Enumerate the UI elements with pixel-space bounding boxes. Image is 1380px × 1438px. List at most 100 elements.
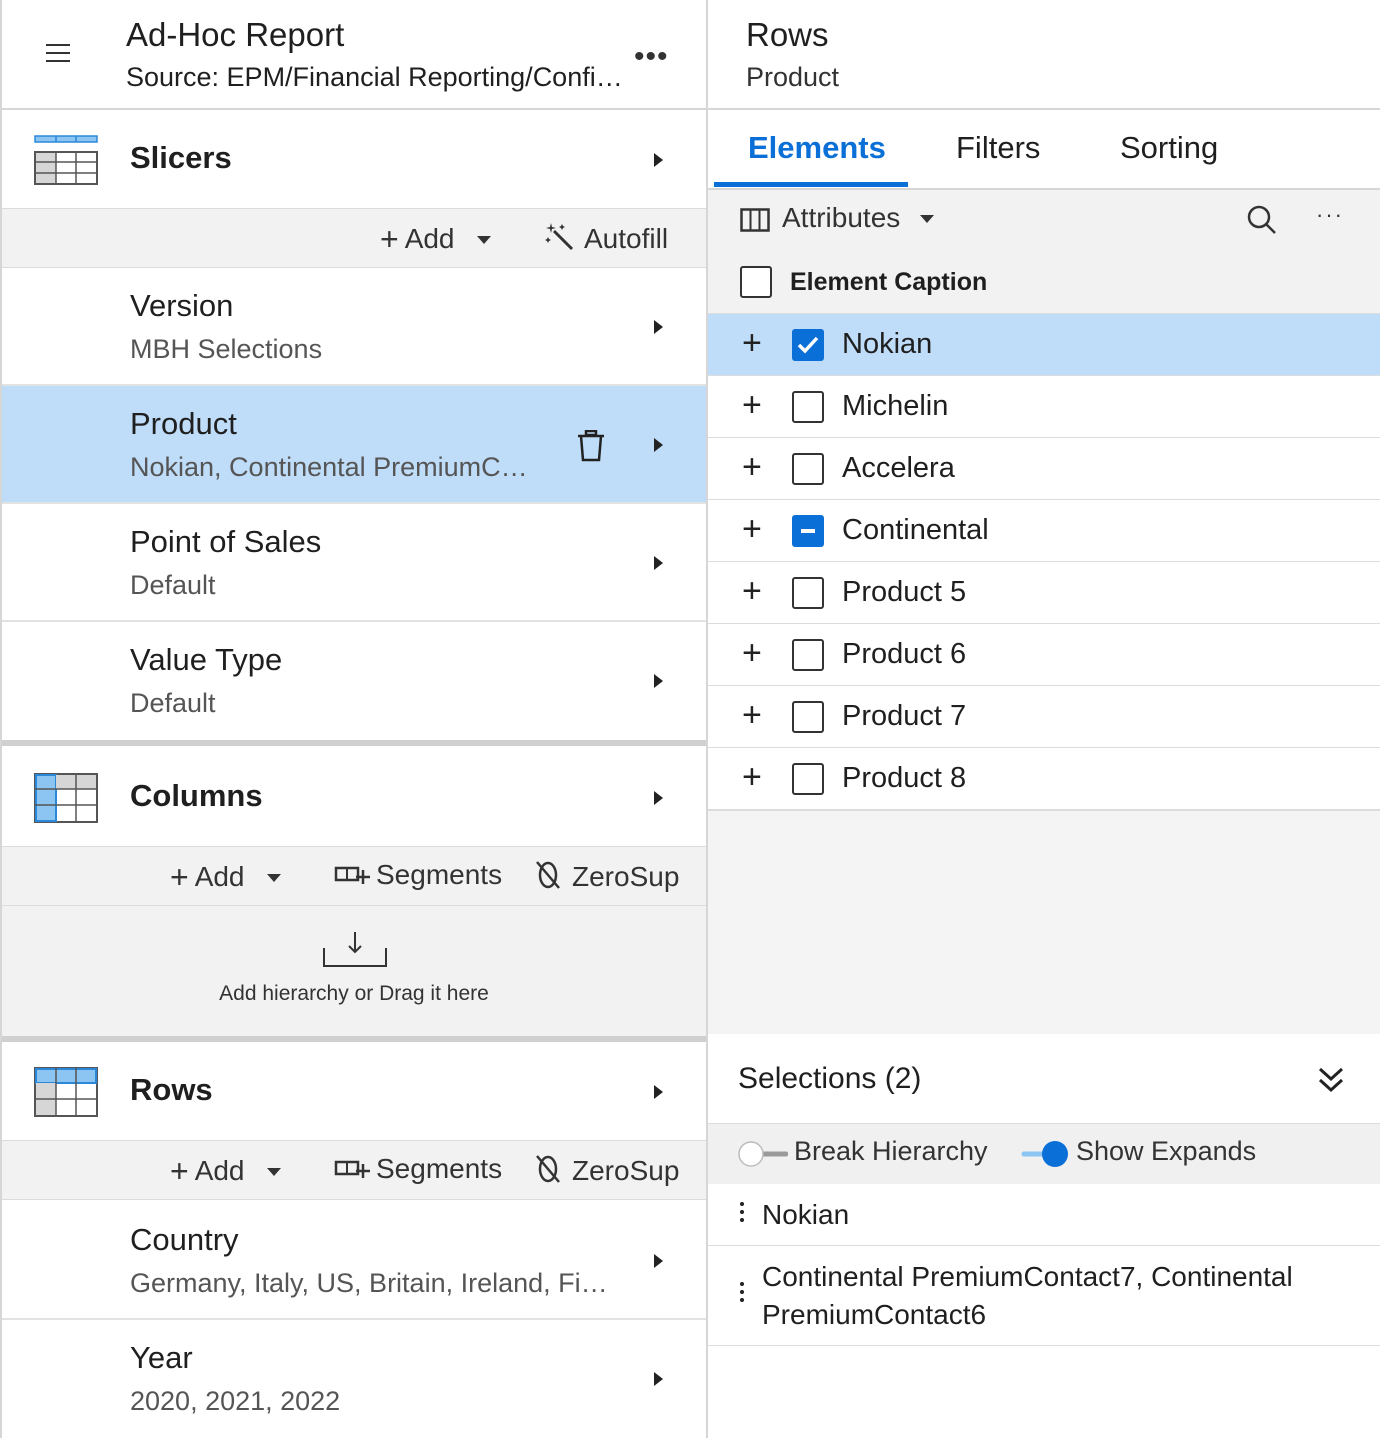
rows-item-name: Year	[130, 1340, 193, 1375]
rows-item-country[interactable]: Country Germany, Italy, US, Britain, Ire…	[2, 1202, 706, 1320]
element-checkbox[interactable]	[792, 515, 824, 547]
chevron-right-icon[interactable]	[654, 1254, 663, 1268]
tab-elements[interactable]: Elements	[748, 130, 886, 166]
columns-expand-arrow-icon[interactable]	[654, 791, 663, 805]
chevron-right-icon[interactable]	[654, 438, 663, 452]
chevron-right-icon[interactable]	[654, 674, 663, 688]
columns-label: Columns	[130, 778, 263, 813]
expand-plus-icon[interactable]: +	[742, 388, 762, 422]
element-name: Product 5	[842, 576, 967, 608]
double-chevron-down-icon[interactable]	[1318, 1066, 1344, 1094]
element-row[interactable]: + Michelin	[708, 376, 1380, 438]
slicer-item-name: Value Type	[130, 642, 283, 677]
element-row[interactable]: + Product 8	[708, 748, 1380, 810]
element-checkbox[interactable]	[792, 577, 824, 609]
element-row[interactable]: + Product 6	[708, 624, 1380, 686]
slicers-add-button[interactable]: + Add	[380, 221, 491, 258]
element-checkbox[interactable]	[792, 329, 824, 361]
selections-header[interactable]: Selections (2)	[708, 1034, 1380, 1124]
detail-panel: Rows Product Elements Filters Sorting At…	[708, 0, 1380, 1438]
element-row[interactable]: + Product 5	[708, 562, 1380, 624]
tab-filters[interactable]: Filters	[956, 130, 1040, 166]
columns-section-header[interactable]: Columns	[2, 748, 706, 846]
selection-item[interactable]: Continental PremiumContact7, Continental…	[708, 1246, 1380, 1346]
expand-plus-icon[interactable]: +	[742, 698, 762, 732]
chevron-right-icon[interactable]	[654, 556, 663, 570]
slicer-item-version[interactable]: Version MBH Selections	[2, 268, 706, 386]
element-caption-label: Element Caption	[790, 268, 988, 296]
drag-handle-icon[interactable]	[740, 1282, 744, 1306]
expand-plus-icon[interactable]: +	[742, 574, 762, 608]
columns-icon	[34, 773, 98, 823]
element-checkbox[interactable]	[792, 453, 824, 485]
slicers-section-header[interactable]: Slicers	[2, 110, 706, 208]
columns-drop-zone[interactable]: Add hierarchy or Drag it here	[2, 906, 706, 1040]
element-row[interactable]: + Accelera	[708, 438, 1380, 500]
more-options-icon[interactable]: •••	[634, 40, 669, 74]
element-row[interactable]: + Nokian	[708, 314, 1380, 376]
selection-text: Nokian	[762, 1199, 850, 1230]
rows-item-year[interactable]: Year 2020, 2021, 2022	[2, 1320, 706, 1438]
element-caption-header: Element Caption	[708, 250, 1380, 314]
element-checkbox[interactable]	[792, 701, 824, 733]
rows-zerosup-button[interactable]: ZeroSup	[534, 1153, 679, 1187]
rows-segments-button[interactable]: Segments	[334, 1153, 502, 1185]
zero-suppress-icon	[536, 861, 560, 889]
plus-icon: +	[170, 1153, 189, 1189]
rows-expand-arrow-icon[interactable]	[654, 1085, 663, 1099]
report-panel: Ad-Hoc Report Source: EPM/Financial Repo…	[0, 0, 708, 1438]
detail-header: Rows Product	[708, 0, 1380, 110]
expand-plus-icon[interactable]: +	[742, 326, 762, 360]
drag-handle-icon[interactable]	[740, 1202, 744, 1226]
slicer-item-name: Point of Sales	[130, 524, 322, 559]
element-checkbox[interactable]	[792, 391, 824, 423]
chevron-right-icon[interactable]	[654, 1372, 663, 1386]
attributes-dropdown[interactable]: Attributes	[782, 202, 935, 234]
chevron-right-icon[interactable]	[654, 320, 663, 334]
rows-item-value: Germany, Italy, US, Britain, Ireland, Fi…	[130, 1268, 610, 1298]
rows-add-button[interactable]: + Add	[170, 1153, 281, 1190]
rows-item-value: 2020, 2021, 2022	[130, 1386, 341, 1416]
slicer-item-value: MBH Selections	[130, 334, 323, 364]
slicers-expand-arrow-icon[interactable]	[654, 153, 663, 167]
expand-plus-icon[interactable]: +	[742, 450, 762, 484]
slicer-item-value: Nokian, Continental PremiumCo…	[130, 452, 540, 482]
columns-segments-button[interactable]: Segments	[334, 859, 502, 891]
report-header: Ad-Hoc Report Source: EPM/Financial Repo…	[2, 0, 706, 110]
slicer-item-value: Default	[130, 570, 216, 600]
rows-toolbar: + Add Segments ZeroSup	[2, 1140, 706, 1200]
slicers-icon	[34, 135, 98, 185]
magic-wand-icon	[545, 223, 574, 251]
selection-item[interactable]: Nokian	[708, 1184, 1380, 1246]
plus-icon: +	[170, 859, 189, 895]
selections-label: Selections (2)	[738, 1062, 922, 1095]
slicer-item-value: Default	[130, 688, 216, 718]
detail-tabs: Elements Filters Sorting	[708, 110, 1380, 190]
autofill-button[interactable]: Autofill	[544, 221, 668, 255]
attributes-toolbar: Attributes ···	[708, 190, 1380, 250]
expand-plus-icon[interactable]: +	[742, 760, 762, 794]
search-icon[interactable]	[1246, 204, 1278, 236]
element-name: Product 7	[842, 700, 967, 732]
element-checkbox[interactable]	[792, 763, 824, 795]
expand-plus-icon[interactable]: +	[742, 636, 762, 670]
columns-add-button[interactable]: + Add	[170, 859, 281, 896]
show-expands-toggle[interactable]	[1020, 1140, 1070, 1168]
menu-icon[interactable]	[46, 44, 72, 64]
trash-icon[interactable]	[577, 430, 605, 462]
element-checkbox[interactable]	[792, 639, 824, 671]
tab-sorting[interactable]: Sorting	[1120, 130, 1218, 166]
slicer-item-value-type[interactable]: Value Type Default	[2, 622, 706, 740]
element-row[interactable]: + Product 7	[708, 686, 1380, 748]
columns-zerosup-button[interactable]: ZeroSup	[534, 859, 679, 893]
slicers-toolbar: + Add Autofill	[2, 208, 706, 268]
columns-toolbar: + Add Segments ZeroSup	[2, 846, 706, 906]
rows-section-header[interactable]: Rows	[2, 1042, 706, 1140]
select-all-checkbox[interactable]	[740, 266, 772, 298]
break-hierarchy-toggle[interactable]	[738, 1140, 788, 1168]
more-options-icon[interactable]: ···	[1316, 202, 1344, 228]
slicer-item-point-of-sales[interactable]: Point of Sales Default	[2, 504, 706, 622]
drop-zone-hint: Add hierarchy or Drag it here	[219, 982, 489, 1005]
expand-plus-icon[interactable]: +	[742, 512, 762, 546]
element-row[interactable]: + Continental	[708, 500, 1380, 562]
